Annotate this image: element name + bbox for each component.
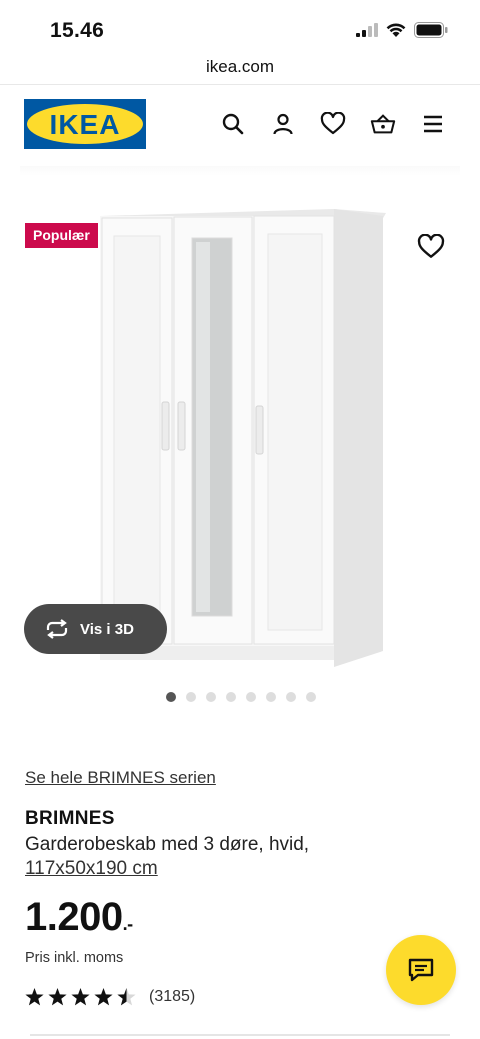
star-icon	[48, 988, 67, 1006]
view-in-3d-label: Vis i 3D	[80, 620, 134, 638]
view-in-3d-button[interactable]: Vis i 3D	[24, 604, 167, 654]
product-size-link[interactable]: 117x50x190 cm	[25, 858, 158, 880]
status-icons	[356, 22, 448, 38]
ikea-logo[interactable]: IKEA	[24, 99, 146, 149]
basket-icon[interactable]	[370, 111, 396, 137]
star-icon	[25, 988, 44, 1006]
carousel-dot[interactable]	[206, 692, 216, 702]
battery-icon	[414, 22, 448, 38]
chat-button[interactable]	[386, 935, 456, 1005]
account-icon[interactable]	[270, 111, 296, 137]
chat-icon	[408, 958, 434, 982]
menu-icon[interactable]	[420, 111, 446, 137]
product-description: Garderobeskab med 3 døre, hvid,	[25, 834, 310, 855]
status-bar: 15.46	[0, 0, 480, 58]
price-value: 1.200	[25, 895, 123, 939]
star-icon	[94, 988, 113, 1006]
product-favourite-heart-icon[interactable]	[417, 233, 445, 262]
carousel-dot[interactable]	[266, 692, 276, 702]
review-count: (3185)	[149, 988, 196, 1005]
header-icons	[220, 111, 446, 137]
half-star-icon	[117, 988, 136, 1006]
section-divider	[30, 1034, 450, 1036]
header-divider	[20, 166, 460, 176]
signal-icon	[356, 23, 378, 37]
product-price: 1.200.-	[25, 895, 133, 940]
image-carousel-dots	[166, 692, 316, 702]
price-note: Pris inkl. moms	[25, 950, 124, 966]
carousel-dot[interactable]	[226, 692, 236, 702]
carousel-dot[interactable]	[306, 692, 316, 702]
carousel-dot[interactable]	[246, 692, 256, 702]
rotate-3d-icon	[44, 619, 70, 639]
site-header: IKEA	[0, 85, 480, 165]
favourites-icon[interactable]	[320, 111, 346, 137]
price-suffix: .-	[122, 914, 134, 934]
product-image[interactable]	[96, 206, 386, 671]
search-icon[interactable]	[220, 111, 246, 137]
carousel-dot[interactable]	[286, 692, 296, 702]
product-rating[interactable]: (3185)	[25, 988, 195, 1006]
rating-stars	[25, 988, 136, 1006]
url-bar[interactable]: ikea.com	[0, 54, 480, 85]
logo-text: IKEA	[50, 109, 121, 140]
carousel-dot[interactable]	[166, 692, 176, 702]
popular-badge: Populær	[25, 223, 98, 248]
status-time: 15.46	[50, 19, 105, 42]
wifi-icon	[386, 23, 406, 37]
star-icon	[71, 988, 90, 1006]
carousel-dot[interactable]	[186, 692, 196, 702]
url-text: ikea.com	[205, 57, 275, 76]
product-name: BRIMNES	[25, 808, 115, 829]
series-link[interactable]: Se hele BRIMNES serien	[25, 768, 216, 788]
